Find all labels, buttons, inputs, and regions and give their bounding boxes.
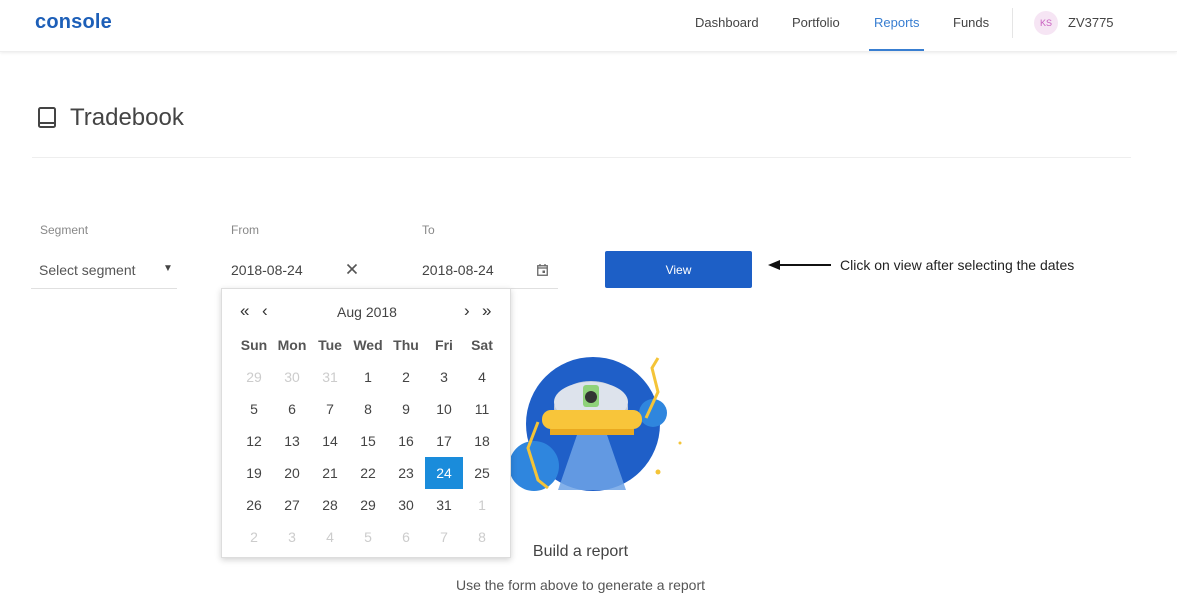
calendar-day[interactable]: 13 — [273, 425, 311, 457]
book-icon — [38, 107, 56, 128]
calendar-day[interactable]: 30 — [273, 361, 311, 393]
weekday-header: Thu — [393, 337, 419, 353]
clear-icon[interactable] — [346, 263, 358, 275]
weekday-header: Tue — [318, 337, 342, 353]
nav-divider — [1012, 8, 1013, 38]
calendar-day[interactable]: 29 — [235, 361, 273, 393]
calendar-day[interactable]: 6 — [273, 393, 311, 425]
segment-label: Segment — [40, 223, 89, 237]
calendar-day[interactable]: 31 — [311, 361, 349, 393]
next-month-button[interactable]: › — [464, 301, 470, 321]
hint-text: Click on view after selecting the dates — [840, 257, 1075, 273]
weekday-header: Fri — [435, 337, 453, 353]
nav-portfolio[interactable]: Portfolio — [792, 15, 840, 30]
calendar-day[interactable]: 2 — [235, 521, 273, 553]
calendar-icon[interactable] — [537, 264, 548, 276]
from-date-input[interactable]: 2018-08-24 — [221, 251, 366, 289]
nav-funds[interactable]: Funds — [953, 15, 989, 30]
calendar-day[interactable]: 4 — [463, 361, 501, 393]
to-date-value: 2018-08-24 — [422, 262, 494, 278]
calendar-day[interactable]: 7 — [425, 521, 463, 553]
calendar-day[interactable]: 2 — [387, 361, 425, 393]
weekday-header: Sun — [240, 337, 268, 353]
segment-select-value: Select segment — [39, 262, 136, 278]
calendar-day[interactable]: 15 — [349, 425, 387, 457]
calendar-day[interactable]: 16 — [387, 425, 425, 457]
calendar-day[interactable]: 11 — [463, 393, 501, 425]
weekday-header: Wed — [353, 337, 383, 353]
weekday-header: Sat — [471, 337, 493, 353]
user-id[interactable]: ZV3775 — [1068, 15, 1114, 30]
calendar-day[interactable]: 18 — [463, 425, 501, 457]
calendar-day[interactable]: 10 — [425, 393, 463, 425]
title-divider — [32, 157, 1131, 158]
calendar-day[interactable]: 14 — [311, 425, 349, 457]
calendar-day[interactable]: 27 — [273, 489, 311, 521]
user-avatar[interactable]: KS — [1034, 11, 1058, 35]
from-date-value: 2018-08-24 — [231, 262, 303, 278]
calendar-day-selected[interactable]: 24 — [425, 457, 463, 489]
calendar-day[interactable]: 8 — [349, 393, 387, 425]
calendar-day[interactable]: 29 — [349, 489, 387, 521]
calendar-day[interactable]: 22 — [349, 457, 387, 489]
calendar-grid: Sun Mon Tue Wed Thu Fri Sat 29 30 31 1 2 3 4 5 6 7 8 9 10 11… — [235, 329, 501, 553]
empty-state-subtitle: Use the form above to generate a report — [455, 577, 706, 593]
calendar-day[interactable]: 9 — [387, 393, 425, 425]
calendar-day[interactable]: 20 — [273, 457, 311, 489]
calendar-day[interactable]: 19 — [235, 457, 273, 489]
calendar-day[interactable]: 5 — [235, 393, 273, 425]
calendar-day[interactable]: 25 — [463, 457, 501, 489]
top-navbar: console Dashboard Portfolio Reports Fund… — [0, 0, 1177, 52]
arrow-left-icon — [768, 260, 831, 270]
next-year-button[interactable]: » — [482, 301, 491, 321]
console-logo[interactable]: console — [35, 11, 112, 34]
date-picker-popup: « ‹ Aug 2018 › » Sun Mon Tue Wed Thu Fri Sat 29… — [221, 288, 511, 558]
calendar-day[interactable]: 17 — [425, 425, 463, 457]
calendar-day[interactable]: 6 — [387, 521, 425, 553]
calendar-day[interactable]: 26 — [235, 489, 273, 521]
calendar-day[interactable]: 4 — [311, 521, 349, 553]
segment-select[interactable]: Select segment ▼ — [31, 251, 177, 289]
to-date-input[interactable]: 2018-08-24 — [412, 251, 558, 289]
calendar-day[interactable]: 31 — [425, 489, 463, 521]
calendar-day[interactable]: 30 — [387, 489, 425, 521]
page-title: Tradebook — [70, 104, 184, 131]
caret-down-icon: ▼ — [163, 263, 173, 274]
calendar-day[interactable]: 7 — [311, 393, 349, 425]
view-button[interactable]: View — [605, 251, 752, 288]
nav-dashboard[interactable]: Dashboard — [695, 15, 759, 30]
calendar-day[interactable]: 1 — [463, 489, 501, 521]
calendar-day[interactable]: 3 — [273, 521, 311, 553]
calendar-day[interactable]: 8 — [463, 521, 501, 553]
calendar-day[interactable]: 23 — [387, 457, 425, 489]
calendar-day[interactable]: 28 — [311, 489, 349, 521]
to-label: To — [422, 223, 435, 237]
calendar-day[interactable]: 12 — [235, 425, 273, 457]
weekday-header: Mon — [277, 337, 307, 353]
ufo-illustration — [509, 357, 682, 491]
calendar-day[interactable]: 5 — [349, 521, 387, 553]
active-nav-indicator — [869, 49, 924, 51]
from-label: From — [231, 223, 259, 237]
nav-reports[interactable]: Reports — [874, 15, 920, 30]
calendar-day[interactable]: 3 — [425, 361, 463, 393]
page-header: Tradebook — [37, 104, 184, 132]
calendar-day[interactable]: 1 — [349, 361, 387, 393]
calendar-day[interactable]: 21 — [311, 457, 349, 489]
